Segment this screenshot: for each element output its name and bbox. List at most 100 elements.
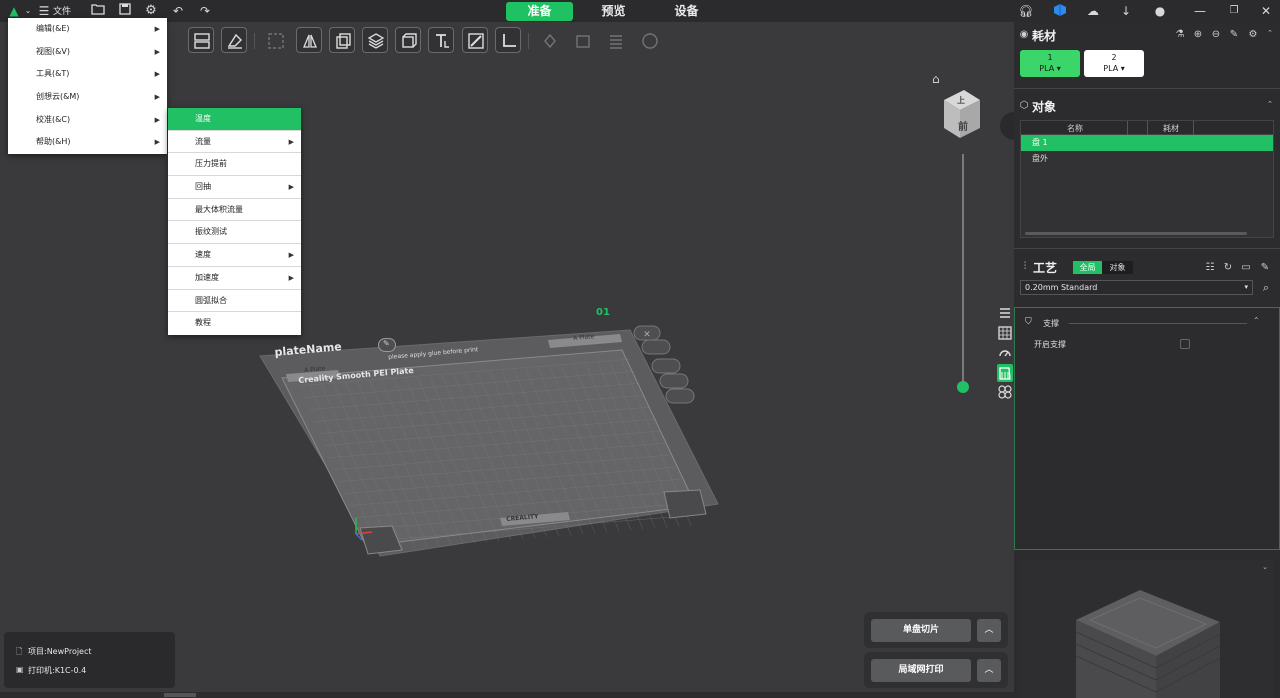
object-row[interactable]: 盘外 <box>1021 151 1273 167</box>
menu-item-edit[interactable]: 编辑(&E) ▶ <box>8 18 167 41</box>
tab-prepare[interactable]: 准备 <box>506 2 573 21</box>
clone-tool-button[interactable] <box>329 27 355 53</box>
mirror-tool-button[interactable] <box>296 27 322 53</box>
scale-tool-button[interactable] <box>262 27 288 53</box>
model-library-icon[interactable] <box>1052 3 1068 19</box>
close-icon[interactable]: ✕ <box>1258 3 1274 19</box>
menu-item-label: 振纹测试 <box>195 227 227 237</box>
tab-device[interactable]: 设备 <box>653 2 720 21</box>
enable-support-checkbox[interactable] <box>1180 339 1190 349</box>
remove-filament-icon[interactable]: ⊖ <box>1210 29 1222 40</box>
object-row[interactable]: 盘 1 <box>1021 135 1273 151</box>
filament-slot-2[interactable]: 2 PLA ▾ <box>1084 50 1144 77</box>
menu-item-view[interactable]: 视图(&V) ▶ <box>8 41 167 64</box>
printer-name[interactable]: 打印机:K1C-0.4 <box>28 665 86 676</box>
filament-settings-icon[interactable]: ⚙ <box>1247 29 1259 40</box>
open-folder-icon[interactable] <box>90 3 106 19</box>
user-avatar-icon[interactable]: ● <box>1152 3 1168 19</box>
plate-settings-button[interactable] <box>665 388 695 404</box>
menu-item-speed[interactable]: 速度 ▶ <box>168 244 301 267</box>
download-icon[interactable]: ↓ <box>1118 3 1134 19</box>
search-icon[interactable]: ⌕ <box>1260 281 1272 295</box>
menu-item-max-volumetric-flow[interactable]: 最大体积流量 <box>168 199 301 222</box>
menu-item-vfa-test[interactable]: 振纹测试 <box>168 221 301 245</box>
toolbar-divider <box>254 33 255 49</box>
column-divider <box>1147 121 1148 135</box>
collapse-filament-icon[interactable]: ⌃ <box>1264 29 1276 37</box>
process-compare-icon[interactable]: ☷ <box>1204 262 1216 273</box>
menu-item-creality-cloud[interactable]: 创想云(&M) ▶ <box>8 86 167 109</box>
save-icon[interactable] <box>117 3 133 19</box>
seam-tool-button[interactable] <box>569 27 595 53</box>
plate-orient-button[interactable] <box>651 358 681 374</box>
lan-print-button[interactable]: 局域网打印 <box>871 659 971 682</box>
3d-viewport[interactable]: ✕ 01 plateName ✎ A Plate A Plate please … <box>0 62 1014 698</box>
layer-slider-handle[interactable] <box>957 381 969 393</box>
strip-layers-icon[interactable] <box>997 305 1013 323</box>
erase-tool-button[interactable] <box>221 27 247 53</box>
plate-lock-button[interactable] <box>659 373 689 389</box>
color-tool-button[interactable] <box>636 27 662 53</box>
collapse-objects-icon[interactable]: ⌃ <box>1264 100 1276 108</box>
toolbar-divider <box>528 33 529 49</box>
strip-multi-icon[interactable] <box>997 384 1013 402</box>
settings-gear-icon[interactable]: ⚙ <box>143 3 159 19</box>
file-menu-label[interactable]: 文件 <box>53 4 71 17</box>
menu-item-tools[interactable]: 工具(&T) ▶ <box>8 63 167 86</box>
slice-plate-button[interactable]: 单盘切片 <box>871 619 971 642</box>
text-tool-button[interactable] <box>428 27 454 53</box>
collapse-support-icon[interactable]: ⌃ <box>1253 316 1260 325</box>
filament-sync-icon[interactable]: ⚗ <box>1174 29 1186 40</box>
layer-tool-button[interactable] <box>602 27 628 53</box>
logo-dropdown-icon[interactable]: ⌄ <box>20 3 36 19</box>
home-view-icon[interactable]: ⌂ <box>932 72 940 86</box>
strip-speed-icon[interactable] <box>997 345 1013 363</box>
process-edit-icon[interactable]: ✎ <box>1259 262 1271 273</box>
strip-grid-icon[interactable] <box>997 325 1013 343</box>
horizontal-scrollbar[interactable] <box>1025 232 1247 235</box>
cloud-upload-icon[interactable]: ☁ <box>1085 3 1101 19</box>
process-preset-select[interactable]: 0.20mm Standard ▾ <box>1020 280 1253 295</box>
minimize-icon[interactable]: — <box>1192 3 1208 19</box>
print-options-button[interactable]: ︿ <box>977 659 1001 682</box>
column-filament-header[interactable]: 耗材 <box>1163 123 1179 134</box>
process-reset-icon[interactable]: ↻ <box>1222 262 1234 273</box>
menu-item-arc-fitting[interactable]: 圆弧拟合 <box>168 290 301 313</box>
tab-preview[interactable]: 预览 <box>580 2 647 21</box>
plate-name-edit-button[interactable]: ✎ <box>378 338 396 352</box>
lay-flat-tool-button[interactable] <box>362 27 388 53</box>
edit-filament-icon[interactable]: ✎ <box>1228 29 1240 40</box>
view-cube-front-label[interactable]: 前 <box>958 118 968 133</box>
menu-item-help[interactable]: 帮助(&H) ▶ <box>8 131 167 154</box>
process-object-toggle[interactable]: 对象 <box>1102 261 1133 274</box>
redo-icon[interactable]: ↷ <box>197 3 213 19</box>
menu-item-acceleration[interactable]: 加速度 ▶ <box>168 267 301 290</box>
menu-item-tutorial[interactable]: 教程 <box>168 312 301 335</box>
restore-icon[interactable]: ❐ <box>1226 3 1242 19</box>
menu-item-calibration[interactable]: 校准(&C) ▶ <box>8 109 167 132</box>
plate-arrange-button[interactable] <box>641 339 671 355</box>
view-cube-top-label[interactable]: 上 <box>957 95 965 106</box>
menu-item-flow[interactable]: 流量 ▶ <box>168 131 301 154</box>
paint-tool-button[interactable] <box>462 27 488 53</box>
viewport-scrollbar-thumb[interactable] <box>164 693 196 697</box>
submenu-arrow-icon: ▶ <box>154 115 160 124</box>
column-name-header[interactable]: 名称 <box>1067 123 1083 134</box>
menu-item-temperature[interactable]: 温度 <box>168 108 301 131</box>
slice-options-button[interactable]: ︿ <box>977 619 1001 642</box>
filament-slot-1[interactable]: 1 PLA ▾ <box>1020 50 1080 77</box>
menu-item-pressure-advance[interactable]: 压力提前 <box>168 153 301 177</box>
process-global-toggle[interactable]: 全局 <box>1073 261 1102 274</box>
undo-icon[interactable]: ↶ <box>170 3 186 19</box>
add-filament-icon[interactable]: ⊕ <box>1192 29 1204 40</box>
arrange-tool-button[interactable] <box>188 27 214 53</box>
strip-support-icon[interactable] <box>997 364 1013 382</box>
headset-icon[interactable]: 🎧︎ <box>1018 3 1034 19</box>
cut-tool-button[interactable] <box>395 27 421 53</box>
process-save-icon[interactable]: ▭ <box>1240 262 1252 273</box>
menu-item-retraction[interactable]: 回抽 ▶ <box>168 176 301 199</box>
support-paint-tool-button[interactable] <box>536 27 562 53</box>
measure-tool-button[interactable] <box>495 27 521 53</box>
object-list[interactable]: 名称 耗材 盘 1 盘外 <box>1020 120 1274 238</box>
hamburger-icon[interactable]: ☰ <box>36 3 52 19</box>
